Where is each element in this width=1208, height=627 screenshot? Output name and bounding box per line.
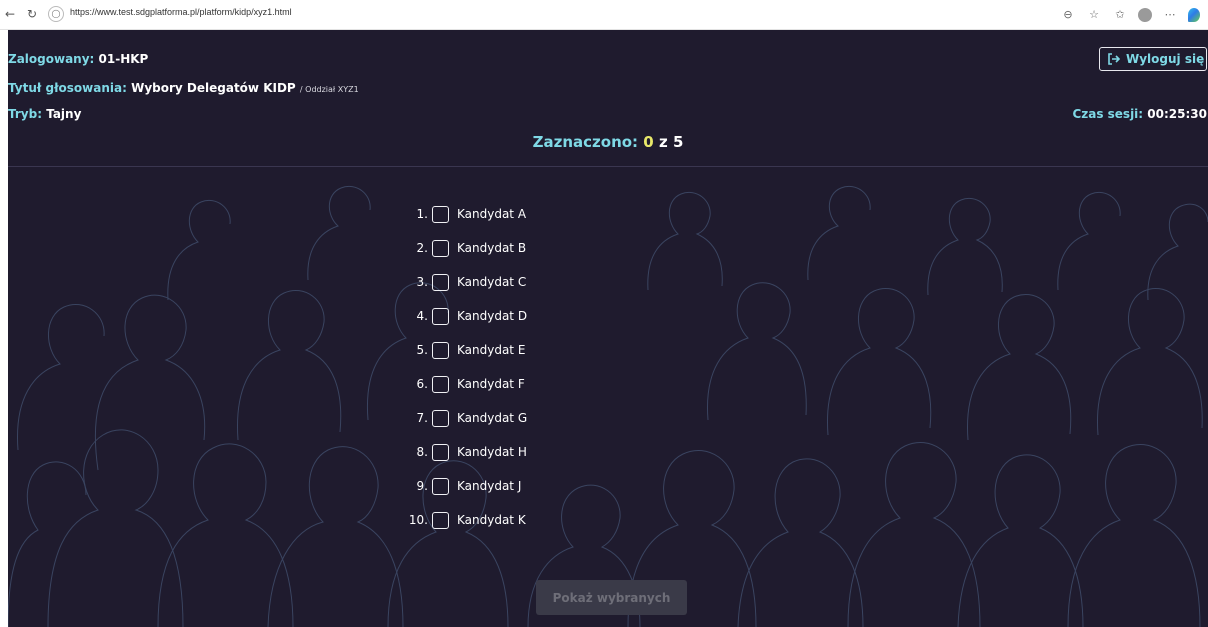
candidate-checkbox[interactable] xyxy=(432,273,449,291)
candidate-item[interactable]: 6. Kandydat F xyxy=(406,372,606,396)
mode-label: Tryb: xyxy=(8,107,42,121)
favorite-star-icon[interactable]: ☆ xyxy=(1086,7,1102,23)
show-selected-button[interactable]: Pokaż wybranych xyxy=(536,580,687,615)
candidate-number: 5. xyxy=(416,343,428,357)
candidate-number: 7. xyxy=(416,411,428,425)
candidate-name: Kandydat C xyxy=(457,275,527,289)
counter-total: 5 xyxy=(672,133,684,151)
session-label: Czas sesji: xyxy=(1072,107,1144,121)
candidate-checkbox[interactable] xyxy=(432,205,449,223)
candidate-number: 1. xyxy=(416,207,428,221)
candidate-name: Kandydat B xyxy=(457,241,527,255)
browser-tools: ⊖ ☆ ✩ ⋯ xyxy=(1060,5,1200,25)
candidate-item[interactable]: 9. Kandydat J xyxy=(406,474,606,498)
logged-label: Zalogowany: xyxy=(8,52,95,66)
candidate-number: 6. xyxy=(416,377,428,391)
candidate-number: 2. xyxy=(416,241,428,255)
candidate-item[interactable]: 7. Kandydat G xyxy=(406,406,606,430)
favorites-list-icon[interactable]: ✩ xyxy=(1112,7,1128,23)
mode-line: Tryb: Tajny xyxy=(8,107,81,121)
candidate-name: Kandydat J xyxy=(457,479,522,493)
candidate-item[interactable]: 8. Kandydat H xyxy=(406,440,606,464)
candidate-checkbox[interactable] xyxy=(432,307,449,325)
mode-value: Tajny xyxy=(46,107,82,121)
candidate-checkbox[interactable] xyxy=(432,443,449,461)
back-arrow-icon[interactable]: ← xyxy=(2,6,18,22)
candidate-number: 10. xyxy=(408,513,428,527)
url-text: https://www.test.sdgplatforma.pl/platfor… xyxy=(70,7,292,17)
browser-logo-icon[interactable] xyxy=(1188,8,1200,22)
candidate-item[interactable]: 4. Kandydat D xyxy=(406,304,606,328)
candidate-name: Kandydat G xyxy=(457,411,528,425)
candidate-name: Kandydat D xyxy=(457,309,528,323)
voting-title-line: Tytuł głosowania: Wybory Delegatów KIDP … xyxy=(8,81,359,95)
logout-label: Wyloguj się xyxy=(1126,52,1205,66)
candidate-name: Kandydat A xyxy=(457,207,527,221)
candidate-name: Kandydat K xyxy=(457,513,526,527)
candidate-item[interactable]: 10. Kandydat K xyxy=(406,508,606,532)
session-value: 00:25:30 xyxy=(1147,107,1207,121)
candidate-checkbox[interactable] xyxy=(432,375,449,393)
candidate-item[interactable]: 3. Kandydat C xyxy=(406,270,606,294)
logged-user-line: Zalogowany: 01-HKP xyxy=(8,52,148,66)
logout-button[interactable]: Wyloguj się xyxy=(1099,47,1207,71)
candidate-checkbox[interactable] xyxy=(432,511,449,529)
logged-value: 01-HKP xyxy=(98,52,149,66)
session-timer: Czas sesji: 00:25:30 xyxy=(1072,107,1207,121)
candidate-name: Kandydat H xyxy=(457,445,527,459)
site-info-icon[interactable]: ◯ xyxy=(48,6,64,22)
candidate-checkbox[interactable] xyxy=(432,239,449,257)
candidate-number: 3. xyxy=(416,275,428,289)
title-label: Tytuł głosowania: xyxy=(8,81,127,95)
candidate-item[interactable]: 5. Kandydat E xyxy=(406,338,606,362)
logout-icon xyxy=(1108,53,1120,65)
counter-of: z xyxy=(658,133,668,151)
candidate-name: Kandydat F xyxy=(457,377,525,391)
more-options-icon[interactable]: ⋯ xyxy=(1162,7,1178,23)
candidate-checkbox[interactable] xyxy=(432,341,449,359)
candidate-name: Kandydat E xyxy=(457,343,526,357)
profile-avatar-icon[interactable] xyxy=(1138,8,1152,22)
header-divider xyxy=(8,166,1208,167)
candidate-checkbox[interactable] xyxy=(432,477,449,495)
candidate-checkbox[interactable] xyxy=(432,409,449,427)
candidate-number: 8. xyxy=(416,445,428,459)
crowd-background-icon xyxy=(8,186,1208,627)
candidate-number: 4. xyxy=(416,309,428,323)
title-suffix: / Oddział XYZ1 xyxy=(299,85,359,94)
counter-selected: 0 xyxy=(643,133,654,151)
address-bar[interactable]: ◯ https://www.test.sdgplatforma.pl/platf… xyxy=(48,5,1048,24)
selection-counter: Zaznaczono: 0 z 5 xyxy=(8,133,1208,151)
counter-label: Zaznaczono: xyxy=(532,133,639,151)
title-value: Wybory Delegatów KIDP xyxy=(131,81,296,95)
candidate-number: 9. xyxy=(416,479,428,493)
candidate-item[interactable]: 1. Kandydat A xyxy=(406,202,606,226)
zoom-icon[interactable]: ⊖ xyxy=(1060,7,1076,23)
candidate-item[interactable]: 2. Kandydat B xyxy=(406,236,606,260)
browser-toolbar: ← ↻ ◯ https://www.test.sdgplatforma.pl/p… xyxy=(0,0,1208,30)
reload-icon[interactable]: ↻ xyxy=(24,6,40,22)
voting-app: Zalogowany: 01-HKP Tytuł głosowania: Wyb… xyxy=(8,30,1208,627)
